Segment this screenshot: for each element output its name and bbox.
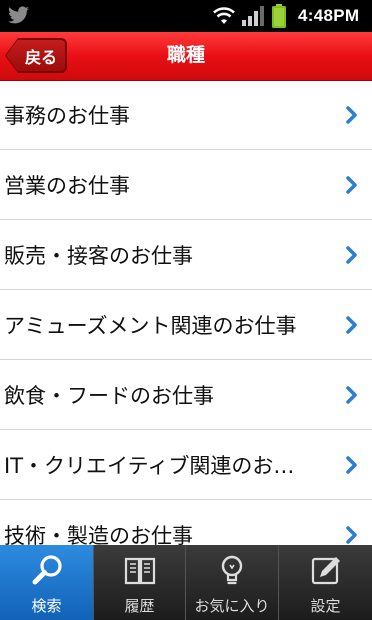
tab-favorites[interactable]: お気に入り	[186, 545, 279, 620]
list-item[interactable]: アミューズメント関連のお仕事	[0, 290, 372, 360]
wifi-icon	[211, 5, 237, 31]
list-item[interactable]: 事務のお仕事	[0, 81, 372, 150]
battery-icon	[272, 4, 286, 32]
chevron-right-icon	[346, 245, 358, 268]
edit-icon	[306, 551, 346, 595]
app-header: 戻る 職種	[0, 32, 372, 81]
tab-history[interactable]: 履歴	[94, 545, 186, 620]
tab-label: 検索	[31, 597, 62, 615]
lightbulb-icon	[212, 551, 252, 595]
list-item-label: 事務のお仕事	[4, 104, 130, 128]
chevron-right-icon	[346, 455, 358, 478]
tab-label: お気に入り	[194, 597, 270, 615]
bottom-tab-bar: 検索 履歴 お気に入り 設定	[0, 545, 372, 620]
list-item[interactable]: 飲食・フードのお仕事	[0, 360, 372, 430]
tab-settings[interactable]: 設定	[279, 545, 372, 620]
chevron-right-icon	[346, 106, 358, 128]
list-item-label: 販売・接客のお仕事	[4, 243, 193, 268]
twitter-bird-icon	[8, 6, 30, 28]
back-button[interactable]: 戻る	[6, 39, 66, 72]
list-item-label: 技術・製造のお仕事	[4, 523, 193, 546]
list-item-label: IT・クリエイティブ関連のお…	[4, 453, 295, 478]
list-item-label: アミューズメント関連のお仕事	[4, 313, 297, 338]
list-item[interactable]: 販売・接客のお仕事	[0, 220, 372, 290]
tab-search[interactable]: 検索	[0, 545, 94, 620]
chevron-right-icon	[346, 315, 358, 338]
list-item-label: 飲食・フードのお仕事	[4, 383, 214, 408]
job-category-list[interactable]: 事務のお仕事 営業のお仕事 販売・接客のお仕事 アミューズメント関連のお仕事 飲…	[0, 81, 372, 545]
list-item[interactable]: 技術・製造のお仕事	[0, 500, 372, 545]
list-item[interactable]: 営業のお仕事	[0, 150, 372, 220]
chevron-right-icon	[346, 525, 358, 546]
tab-label: 設定	[310, 597, 341, 615]
status-bar: 4:48PM	[0, 0, 372, 32]
status-time: 4:48PM	[298, 6, 360, 25]
list-item[interactable]: IT・クリエイティブ関連のお…	[0, 430, 372, 500]
chevron-right-icon	[346, 175, 358, 198]
back-button-label: 戻る	[24, 47, 57, 67]
list-item-label: 営業のお仕事	[4, 173, 130, 198]
signal-icon	[242, 6, 264, 30]
search-icon	[27, 551, 67, 595]
tab-label: 履歴	[124, 597, 155, 615]
book-icon	[120, 551, 160, 595]
chevron-right-icon	[346, 385, 358, 408]
